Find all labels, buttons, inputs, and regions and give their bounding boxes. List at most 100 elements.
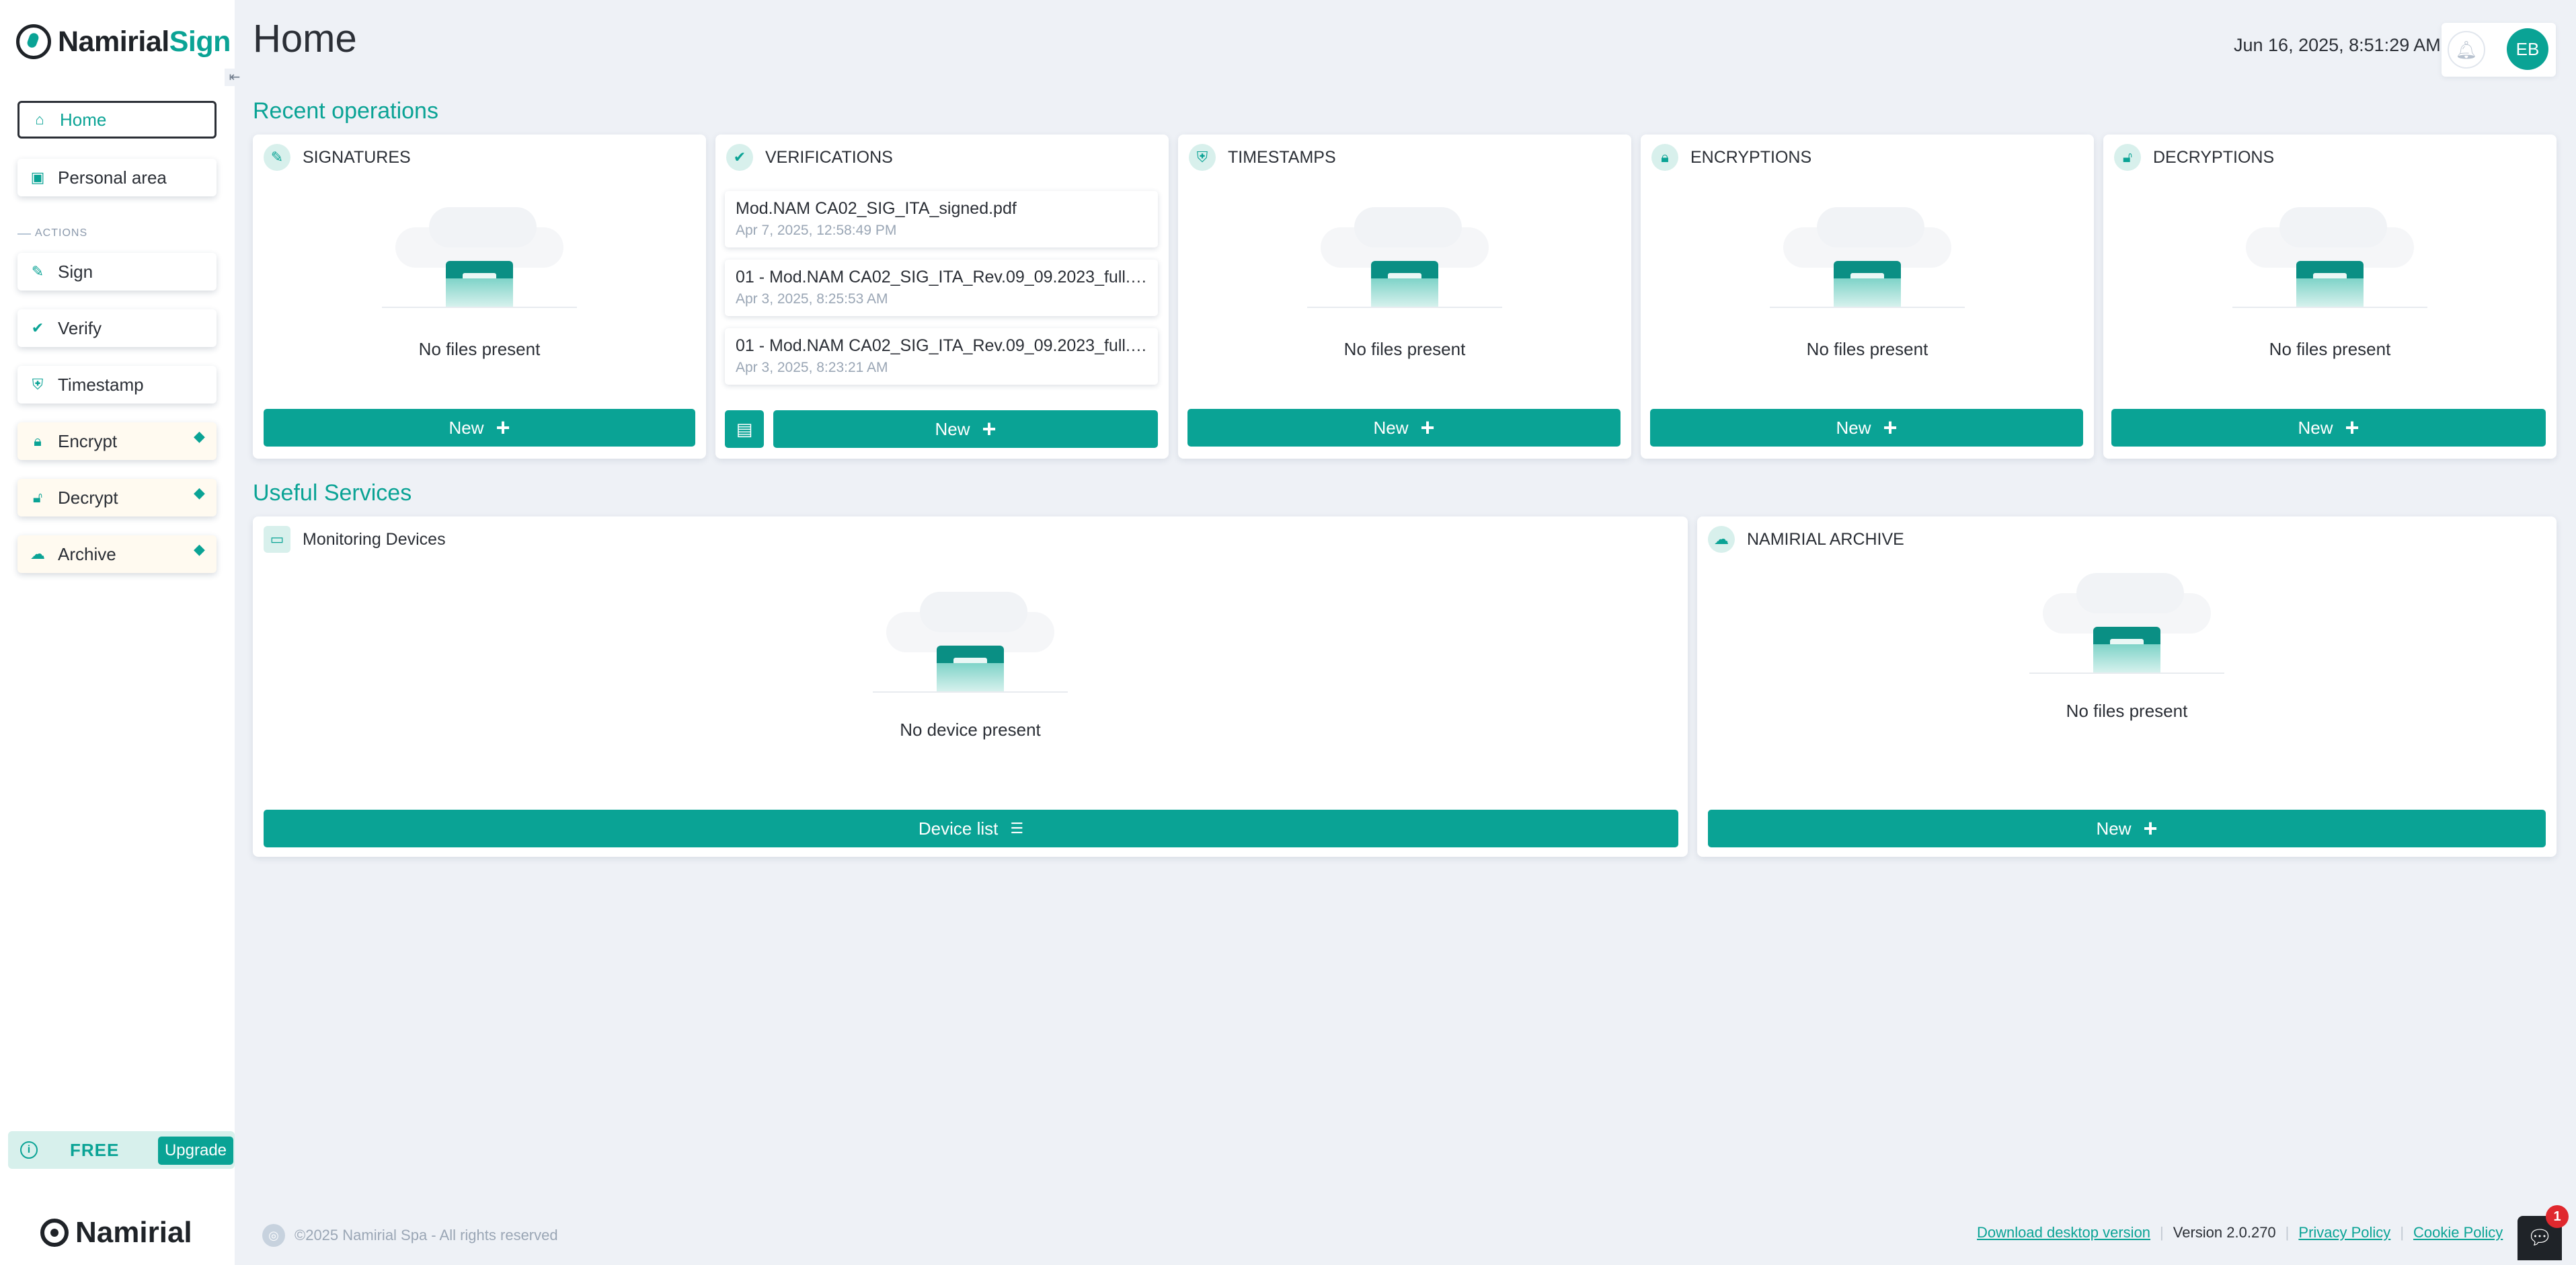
recent-operations-title: Recent operations [253,98,438,124]
new-timestamp-button[interactable]: New + [1187,409,1621,447]
sidebar-item-home[interactable]: ⌂ Home [17,101,217,139]
sidebar-item-archive[interactable]: ☁ Archive ◆ [17,535,217,573]
list-icon: ☰ [1010,820,1024,837]
timestamps-card: ⛨ TIMESTAMPS No files present New + [1178,135,1631,459]
device-list-button[interactable]: Device list ☰ [264,810,1678,847]
file-date: Apr 7, 2025, 12:58:49 PM [736,223,897,238]
signatures-card: ✎ SIGNATURES No files present New + [253,135,706,459]
button-label: New [1373,417,1409,438]
sidebar-item-encrypt[interactable]: 🔒︎ Encrypt ◆ [17,422,217,460]
empty-inbox-illustration [2232,207,2427,308]
devices-icon: ▭ [264,526,290,553]
download-desktop-link[interactable]: Download desktop version [1977,1224,2150,1241]
sidebar-item-verify[interactable]: ✔ Verify [17,309,217,347]
empty-state-text: No device present [900,720,1041,740]
empty-inbox-illustration [873,592,1068,693]
encryptions-card: 🔒︎ ENCRYPTIONS No files present New + [1641,135,2094,459]
plus-icon: + [1883,414,1898,441]
monitoring-devices-card: ▭ Monitoring Devices No device present D… [253,516,1688,857]
cloud-upload-icon: ☁ [30,545,45,562]
plan-banner: i FREE Upgrade [8,1131,235,1169]
card-title: VERIFICATIONS [765,147,893,167]
sidebar-item-label: Personal area [58,167,167,188]
actions-section-label: ACTIONS [35,227,88,239]
cloud-upload-icon: ☁ [1708,526,1735,553]
bell-icon[interactable]: 🔔︎ [2448,31,2485,69]
new-archive-button[interactable]: New + [1708,810,2546,847]
privacy-policy-link[interactable]: Privacy Policy [2298,1224,2390,1241]
list-item[interactable]: 01 - Mod.NAM CA02_SIG_ITA_Rev.09_09.2023… [725,328,1158,385]
upgrade-button[interactable]: Upgrade [158,1137,233,1165]
lock-icon: 🔒︎ [34,432,42,449]
empty-inbox-illustration [2029,573,2224,674]
plus-icon: + [982,415,997,443]
sidebar-item-label: Verify [58,317,102,338]
cookie-policy-link[interactable]: Cookie Policy [2413,1224,2503,1241]
shield-clock-icon: ⛨ [1189,144,1216,171]
brand-name: Namirial [58,25,169,58]
footer-links: Download desktop version | Version 2.0.2… [1977,1224,2503,1241]
sidebar-item-label: Encrypt [58,430,118,451]
avatar[interactable]: EB [2507,28,2548,70]
sidebar-item-sign[interactable]: ✎ Sign [17,253,217,291]
divider: | [2285,1224,2290,1241]
premium-diamond-icon: ◆ [194,484,205,501]
button-label: Device list [918,818,999,839]
new-verification-button[interactable]: New + [773,410,1158,448]
card-title: DECRYPTIONS [2153,147,2275,167]
sidebar-item-personal-area[interactable]: ▣ Personal area [17,159,217,196]
list-item[interactable]: Mod.NAM CA02_SIG_ITA_signed.pdf Apr 7, 2… [725,191,1158,247]
version-text: Version 2.0.270 [2173,1224,2276,1241]
file-name: 01 - Mod.NAM CA02_SIG_ITA_Rev.09_09.2023… [736,336,1147,355]
list-item[interactable]: 01 - Mod.NAM CA02_SIG_ITA_Rev.09_09.2023… [725,260,1158,316]
sidebar-item-label: Decrypt [58,487,118,508]
sidebar-item-decrypt[interactable]: 🔓︎ Decrypt ◆ [17,479,217,516]
unlock-icon: 🔓︎ [32,489,43,506]
empty-state-text: No files present [2269,339,2391,359]
brand-name-accent: Sign [169,25,231,58]
new-signature-button[interactable]: New + [264,409,695,447]
collapse-sidebar-icon[interactable]: ⇤ [225,69,245,86]
sidebar-item-label: Home [60,109,107,130]
card-title: Monitoring Devices [303,529,446,549]
copyright-text: ©2025 Namirial Spa - All rights reserved [295,1227,558,1243]
home-icon: ⌂ [35,111,44,128]
info-icon[interactable]: i [20,1141,38,1159]
unlock-icon: 🔓︎ [2114,144,2141,171]
empty-inbox-illustration [1307,207,1502,308]
card-title: ENCRYPTIONS [1690,147,1812,167]
divider: | [2400,1224,2405,1241]
check-badge-icon: ✔ [31,319,44,336]
new-decryption-button[interactable]: New + [2111,409,2546,447]
empty-inbox-illustration [1770,207,1965,308]
sidebar-item-label: Sign [58,261,93,282]
useful-services-title: Useful Services [253,480,412,506]
namirial-sign-logo-icon [16,24,51,59]
check-badge-icon: ✔ [726,144,753,171]
premium-diamond-icon: ◆ [194,541,205,558]
sidebar: NamirialSign ⌂ Home ▣ Personal area ACTI… [0,0,235,1265]
namirial-footer-logo: Namirial [40,1216,192,1250]
copyright: ◎ ©2025 Namirial Spa - All rights reserv… [262,1224,558,1247]
card-title: TIMESTAMPS [1228,147,1336,167]
lock-icon: 🔒︎ [1651,144,1678,171]
file-date: Apr 3, 2025, 8:25:53 AM [736,291,888,307]
plan-label: FREE [70,1139,120,1160]
brand-logo[interactable]: NamirialSign [16,23,231,61]
plus-icon: + [2143,814,2158,842]
namirial-small-logo-icon: ◎ [262,1224,285,1247]
page-title: Home [253,17,357,61]
plus-icon: + [1420,414,1435,441]
namirial-archive-card: ☁ NAMIRIAL ARCHIVE No files present New … [1697,516,2557,857]
button-label: New [2096,818,2132,839]
archive-box-icon[interactable]: ▤ [725,410,764,448]
sidebar-item-timestamp[interactable]: ⛨ Timestamp [17,366,217,404]
chat-notification-badge: 1 [2546,1205,2569,1228]
file-date: Apr 3, 2025, 8:23:21 AM [736,360,888,375]
new-encryption-button[interactable]: New + [1650,409,2083,447]
button-label: New [935,418,970,439]
section-divider [17,233,31,235]
decryptions-card: 🔓︎ DECRYPTIONS No files present New + [2103,135,2557,459]
empty-state-text: No files present [418,339,541,359]
shield-clock-icon: ⛨ [32,376,44,393]
